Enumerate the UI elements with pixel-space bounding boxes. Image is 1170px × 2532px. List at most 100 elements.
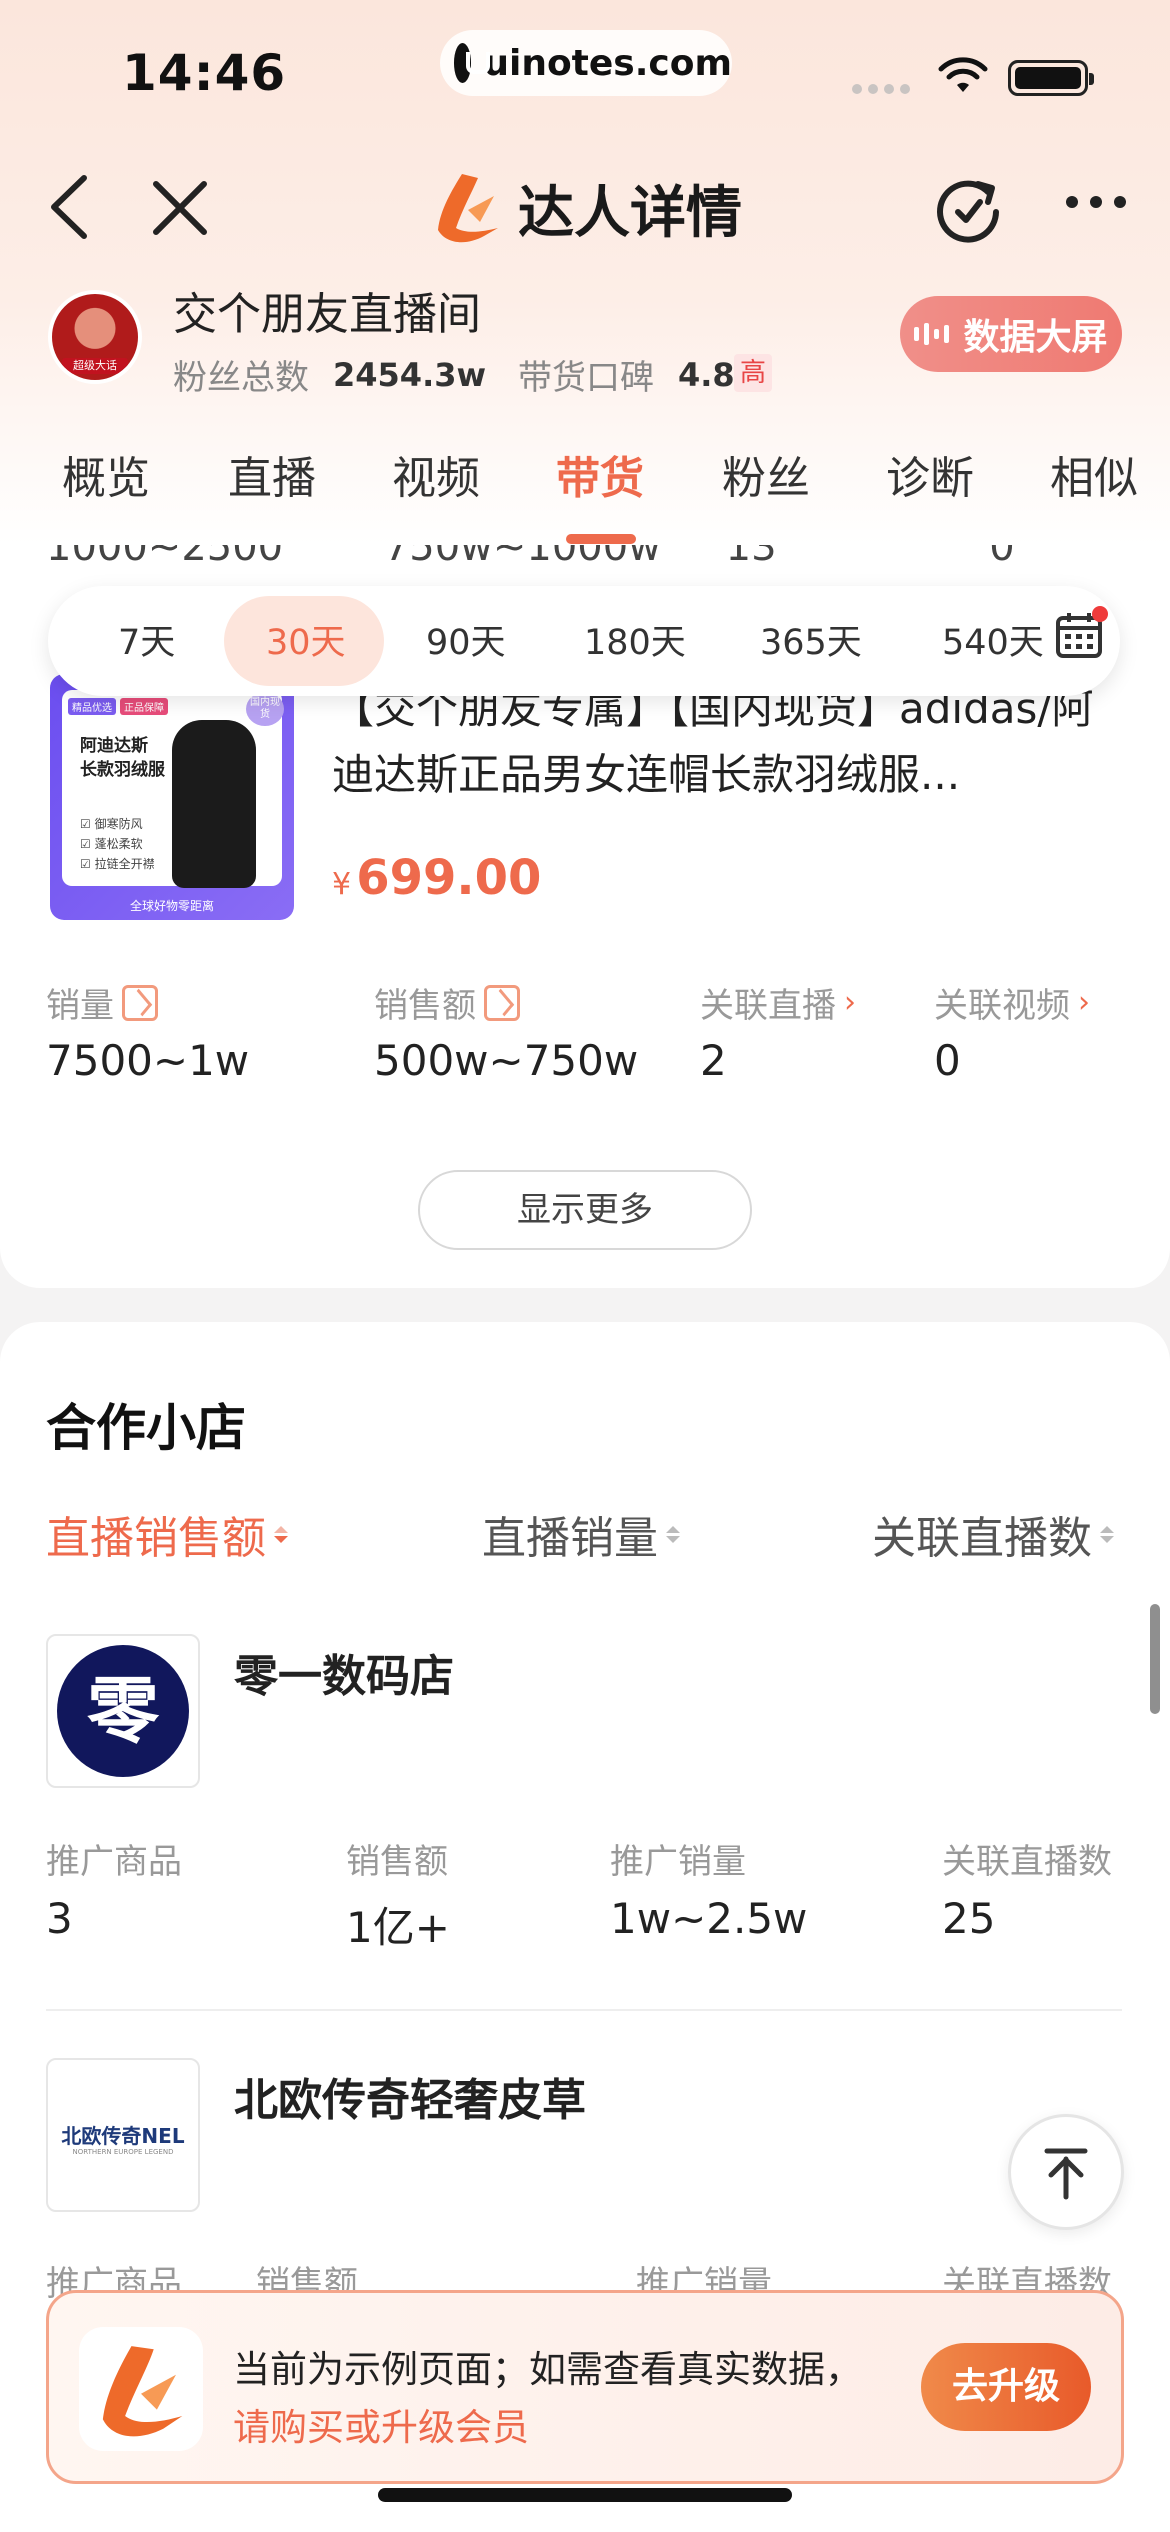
shop-logo-icon: 零 [57, 1645, 189, 1777]
tab-similar[interactable]: 相似 [1050, 442, 1138, 506]
shop-stat-value: 3 [46, 1894, 73, 1943]
sort-live-sales-amount[interactable]: 直播销售额 [46, 1502, 288, 1566]
arrow-up-icon [1044, 2148, 1088, 2200]
fans-label: 粉丝总数 [173, 358, 309, 398]
nav-title-group: 达人详情 [432, 168, 742, 249]
refresh-icon[interactable] [930, 172, 1006, 248]
period-90d[interactable]: 90天 [426, 614, 506, 665]
reputation-label: 带货口碑 [518, 358, 654, 398]
sort-label: 直播销量 [482, 1513, 658, 1564]
feature-item: ☑ 御寒防风 [80, 817, 143, 831]
reputation-value: 4.8 [678, 356, 735, 394]
status-time: 14:46 [122, 44, 287, 102]
tab-goods[interactable]: 带货 [556, 442, 644, 506]
shop-name[interactable]: 北欧传奇轻奢皮草 [234, 2064, 586, 2128]
sort-icon [1100, 1525, 1114, 1543]
shop-logo[interactable]: 零 [46, 1634, 200, 1788]
back-icon[interactable] [44, 172, 100, 242]
header: 14:46 uinotes.com 达人详情 超级大话 交个朋友直播间 粉丝总数… [0, 0, 1170, 545]
stat-value-sales-volume: 7500~1w [46, 1036, 250, 1085]
sort-label: 直播销售额 [46, 1513, 266, 1564]
banner-text: 当前为示例页面；如需查看真实数据， [233, 2348, 862, 2391]
avatar-badge: 超级大话 [62, 358, 128, 374]
tab-overview[interactable]: 概览 [62, 442, 150, 506]
notification-dot [1092, 606, 1108, 622]
wifi-icon [938, 57, 988, 92]
upgrade-button[interactable]: 去升级 [921, 2343, 1091, 2431]
price-value: 699.00 [356, 850, 542, 906]
more-icon[interactable] [1066, 196, 1126, 208]
app-logo-icon [438, 173, 498, 242]
data-screen-button[interactable]: 数据大屏 [900, 296, 1122, 372]
product-image-features: ☑ 御寒防风 ☑ 蓬松柔软 ☑ 拉链全开襟 [80, 814, 155, 874]
period-30d[interactable]: 30天 [266, 614, 346, 665]
period-365d[interactable]: 365天 [760, 614, 862, 665]
home-indicator [378, 2488, 792, 2502]
stat-label-related-video[interactable]: 关联视频 › [934, 978, 1090, 1027]
avatar: 超级大话 [48, 290, 142, 384]
profile-name: 交个朋友直播间 [173, 289, 481, 340]
shop-logo-text: 北欧传奇NEL [61, 2124, 185, 2148]
upgrade-banner: 当前为示例页面；如需查看真实数据， 请购买或升级会员 去升级 [46, 2290, 1124, 2484]
trend-icon [122, 984, 158, 1021]
section-title: 合作小店 [46, 1399, 246, 1457]
shop-stat-value: 1亿+ [346, 1903, 450, 1952]
tab-bar: 概览 直播 视频 带货 粉丝 诊断 相似 [0, 430, 1170, 544]
divider [46, 2009, 1122, 2011]
active-tab-indicator [566, 534, 636, 544]
stat-label-sales-volume[interactable]: 销量 [46, 978, 158, 1027]
url-pill[interactable]: uinotes.com [440, 30, 732, 96]
shop-name[interactable]: 零一数码店 [234, 1640, 454, 1704]
stat-label-text: 关联视频 [934, 986, 1070, 1026]
sort-live-sales-volume[interactable]: 直播销量 [482, 1502, 680, 1566]
signal-icon [852, 84, 910, 94]
product-image[interactable]: 精品优选 正品保障 阿迪达斯 长款羽绒服 ☑ 御寒防风 ☑ 蓬松柔软 ☑ 拉链全… [50, 674, 294, 920]
tab-video[interactable]: 视频 [392, 442, 480, 506]
shop-stat-label: 推广商品 [46, 1842, 182, 1882]
battery-icon [1008, 60, 1094, 96]
close-icon[interactable] [150, 178, 210, 238]
shop-stat-label: 销售额 [346, 1842, 448, 1882]
shop-stat-value: 1w~2.5w [610, 1894, 808, 1943]
period-180d[interactable]: 180天 [584, 614, 686, 665]
product-badge: 国内现货 [246, 692, 284, 726]
app-logo-icon [102, 2346, 183, 2437]
feature-item: ☑ 拉链全开襟 [80, 857, 155, 871]
tab-fans[interactable]: 粉丝 [722, 442, 810, 506]
stat-value-sales-amount: 500w~750w [374, 1036, 639, 1085]
sort-icon [274, 1525, 288, 1543]
chevron-right-icon: › [1078, 985, 1090, 1020]
url-text: uinotes.com [483, 42, 732, 84]
shop-logo-subtext: NORTHERN EUROPE LEGEND [72, 2148, 174, 2156]
stat-value-related-live: 2 [700, 1036, 727, 1085]
back-to-top-button[interactable] [1008, 2114, 1124, 2230]
trend-icon [484, 984, 520, 1021]
product-image-footer: 全球好物零距离 [129, 899, 214, 913]
tab-live[interactable]: 直播 [228, 442, 316, 506]
period-540d[interactable]: 540天 [942, 614, 1044, 665]
stat-label-sales-amount[interactable]: 销售额 [374, 978, 520, 1027]
sort-related-live-count[interactable]: 关联直播数 [872, 1502, 1114, 1566]
show-more-button[interactable]: 显示更多 [418, 1170, 752, 1250]
banner-link[interactable]: 请购买或升级会员 [233, 2397, 529, 2451]
tab-diagnosis[interactable]: 诊断 [886, 442, 974, 506]
sort-label: 关联直播数 [872, 1513, 1092, 1564]
product-image-title: 阿迪达斯 长款羽绒服 [80, 734, 165, 782]
price-currency: ¥ [332, 867, 352, 902]
bar-chart-icon [914, 323, 950, 345]
sort-icon [666, 1525, 680, 1543]
period-7d[interactable]: 7天 [118, 614, 175, 665]
down-jacket-illustration [172, 720, 256, 888]
site-icon [454, 43, 491, 83]
shop-logo-text: 零 [87, 1669, 160, 1753]
fans-value: 2454.3w [333, 356, 487, 394]
stat-label-text: 销售额 [374, 986, 476, 1026]
scrollbar[interactable] [1150, 1604, 1160, 1714]
shop-stat-value: 25 [942, 1894, 996, 1943]
product-tag: 精品优选 [68, 698, 116, 715]
stat-label-related-live[interactable]: 关联直播 › [700, 978, 856, 1027]
shop-logo[interactable]: 北欧传奇NEL NORTHERN EUROPE LEGEND [46, 2058, 200, 2212]
data-screen-label: 数据大屏 [963, 317, 1108, 358]
page-title: 达人详情 [518, 181, 742, 246]
shop-stat-label: 关联直播数 [942, 1842, 1112, 1882]
